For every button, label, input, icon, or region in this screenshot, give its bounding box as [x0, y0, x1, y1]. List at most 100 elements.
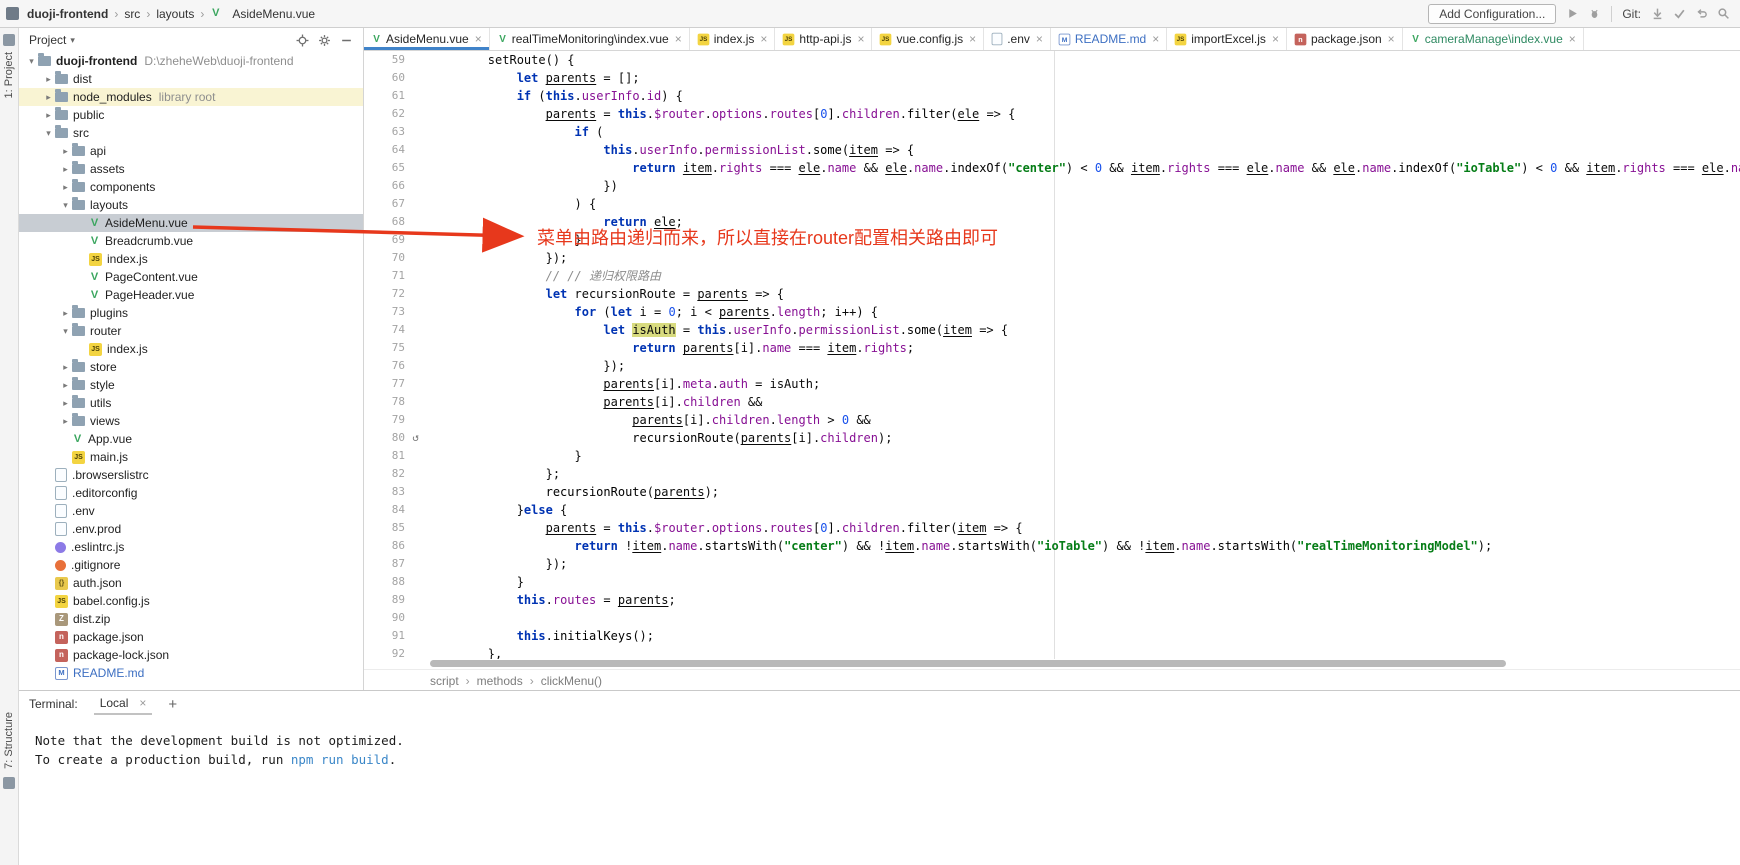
tree-item-asidemenu-vue[interactable]: VAsideMenu.vue: [19, 214, 363, 232]
close-icon[interactable]: ×: [139, 697, 146, 709]
tab-close-icon[interactable]: ×: [675, 33, 682, 45]
chevron-right-icon[interactable]: ▸: [59, 308, 72, 319]
tree-item-dist[interactable]: ▸dist: [19, 70, 363, 88]
tree-item-breadcrumb-vue[interactable]: VBreadcrumb.vue: [19, 232, 363, 250]
tree-item-main-js[interactable]: JSmain.js: [19, 448, 363, 466]
tree-item-readme-md[interactable]: MREADME.md: [19, 664, 363, 682]
chevron-right-icon[interactable]: ▸: [59, 164, 72, 175]
tree-item-auth-json[interactable]: {}auth.json: [19, 574, 363, 592]
breadcrumb-item[interactable]: methods: [477, 674, 523, 688]
editor-tab[interactable]: npackage.json×: [1287, 28, 1403, 50]
settings-icon[interactable]: [318, 34, 331, 47]
tree-item-package-lock-json[interactable]: npackage-lock.json: [19, 646, 363, 664]
editor-tab[interactable]: JSindex.js×: [690, 28, 776, 50]
editor-tab[interactable]: MREADME.md×: [1051, 28, 1167, 50]
locate-icon[interactable]: [296, 34, 309, 47]
tab-close-icon[interactable]: ×: [969, 33, 976, 45]
chevron-right-icon[interactable]: ▸: [42, 92, 55, 103]
chevron-right-icon[interactable]: ▸: [59, 182, 72, 193]
terminal-tab-local[interactable]: Local ×: [94, 693, 153, 715]
tree-item-components[interactable]: ▸components: [19, 178, 363, 196]
tab-close-icon[interactable]: ×: [857, 33, 864, 45]
chevron-right-icon[interactable]: ▸: [42, 110, 55, 121]
tree-item-router[interactable]: ▾router: [19, 322, 363, 340]
tab-close-icon[interactable]: ×: [1272, 33, 1279, 45]
structure-stripe-button[interactable]: 7: Structure: [3, 712, 15, 769]
breadcrumb-item[interactable]: duoji-frontend: [27, 7, 108, 21]
tab-close-icon[interactable]: ×: [1388, 33, 1395, 45]
revert-icon[interactable]: [1695, 7, 1708, 20]
chevron-right-icon[interactable]: ▸: [59, 362, 72, 373]
tree-item-api[interactable]: ▸api: [19, 142, 363, 160]
tree-item-node-modules[interactable]: ▸node_moduleslibrary root: [19, 88, 363, 106]
debug-icon[interactable]: [1588, 7, 1601, 20]
breadcrumb-item[interactable]: script: [430, 674, 459, 688]
tree-item-pagecontent-vue[interactable]: VPageContent.vue: [19, 268, 363, 286]
chevron-down-icon[interactable]: ▾: [25, 56, 38, 67]
tree-item-duoji-frontend[interactable]: ▾duoji-frontendD:\zheheWeb\duoji-fronten…: [19, 52, 363, 70]
tab-close-icon[interactable]: ×: [475, 33, 482, 45]
breadcrumb-item[interactable]: src: [124, 7, 140, 21]
tree-item-store[interactable]: ▸ store: [19, 358, 363, 376]
chevron-down-icon[interactable]: ▾: [42, 128, 55, 139]
editor-tab[interactable]: JShttp-api.js×: [775, 28, 872, 50]
add-configuration-button[interactable]: Add Configuration...: [1428, 4, 1556, 24]
tree-item-assets[interactable]: ▸assets: [19, 160, 363, 178]
tree-item-label: store: [90, 360, 117, 374]
chevron-right-icon[interactable]: ▸: [59, 416, 72, 427]
tree-item-plugins[interactable]: ▸plugins: [19, 304, 363, 322]
tree-item-editorconfig[interactable]: .editorconfig: [19, 484, 363, 502]
editor-tab[interactable]: VcameraManage\index.vue×: [1403, 28, 1584, 50]
tree-item-index-js[interactable]: JSindex.js: [19, 340, 363, 358]
project-stripe-button[interactable]: 1: Project: [3, 52, 15, 98]
breadcrumb-item[interactable]: layouts: [156, 7, 194, 21]
editor-tab[interactable]: VAsideMenu.vue×: [364, 28, 490, 50]
tree-item-dist-zip[interactable]: Zdist.zip: [19, 610, 363, 628]
search-icon[interactable]: [1717, 7, 1730, 20]
tab-close-icon[interactable]: ×: [1152, 33, 1159, 45]
tree-item-public[interactable]: ▸public: [19, 106, 363, 124]
tree-item-views[interactable]: ▸views: [19, 412, 363, 430]
chevron-right-icon[interactable]: ▸: [59, 380, 72, 391]
tree-item-index-js[interactable]: JSindex.js: [19, 250, 363, 268]
chevron-right-icon[interactable]: ▸: [42, 74, 55, 85]
tree-item-browserslistrc[interactable]: .browserslistrc: [19, 466, 363, 484]
editor-tab[interactable]: JSvue.config.js×: [872, 28, 984, 50]
project-view-selector[interactable]: Project ▾: [29, 33, 75, 47]
chevron-down-icon[interactable]: ▾: [59, 326, 72, 337]
tree-item-eslintrc-js[interactable]: .eslintrc.js: [19, 538, 363, 556]
tree-item-src[interactable]: ▾src: [19, 124, 363, 142]
code-editor[interactable]: 59 setRoute() {60 let parents = [];61 if…: [364, 51, 1740, 659]
editor-tab[interactable]: JSimportExcel.js×: [1167, 28, 1287, 50]
tree-item-gitignore[interactable]: .gitignore: [19, 556, 363, 574]
terminal-output[interactable]: Note that the development build is not o…: [19, 717, 1740, 769]
new-terminal-button[interactable]: +: [168, 696, 177, 713]
tree-item-pageheader-vue[interactable]: VPageHeader.vue: [19, 286, 363, 304]
tree-item-layouts[interactable]: ▾layouts: [19, 196, 363, 214]
horizontal-scrollbar[interactable]: [364, 659, 1740, 669]
breadcrumb-item[interactable]: AsideMenu.vue: [232, 7, 315, 21]
breadcrumb-item[interactable]: clickMenu(): [541, 674, 602, 688]
favorites-stripe-icon[interactable]: [3, 777, 15, 789]
tree-item-env-prod[interactable]: .env.prod: [19, 520, 363, 538]
project-stripe-icon[interactable]: [3, 34, 15, 46]
tree-item-babel-config-js[interactable]: JSbabel.config.js: [19, 592, 363, 610]
editor-tab[interactable]: .env×: [984, 28, 1051, 50]
update-icon[interactable]: [1651, 7, 1664, 20]
chevron-right-icon[interactable]: ▸: [59, 146, 72, 157]
tree-item-style[interactable]: ▸style: [19, 376, 363, 394]
tree-item-env[interactable]: .env: [19, 502, 363, 520]
scrollbar-thumb[interactable]: [430, 660, 1506, 667]
tree-item-package-json[interactable]: npackage.json: [19, 628, 363, 646]
tab-close-icon[interactable]: ×: [760, 33, 767, 45]
tree-item-app-vue[interactable]: VApp.vue: [19, 430, 363, 448]
chevron-down-icon[interactable]: ▾: [59, 200, 72, 211]
editor-tab[interactable]: VrealTimeMonitoring\index.vue×: [490, 28, 690, 50]
hide-icon[interactable]: [340, 34, 353, 47]
tree-item-utils[interactable]: ▸utils: [19, 394, 363, 412]
commit-icon[interactable]: [1673, 7, 1686, 20]
tab-close-icon[interactable]: ×: [1036, 33, 1043, 45]
tab-close-icon[interactable]: ×: [1569, 33, 1576, 45]
run-icon[interactable]: [1566, 7, 1579, 20]
chevron-right-icon[interactable]: ▸: [59, 398, 72, 409]
